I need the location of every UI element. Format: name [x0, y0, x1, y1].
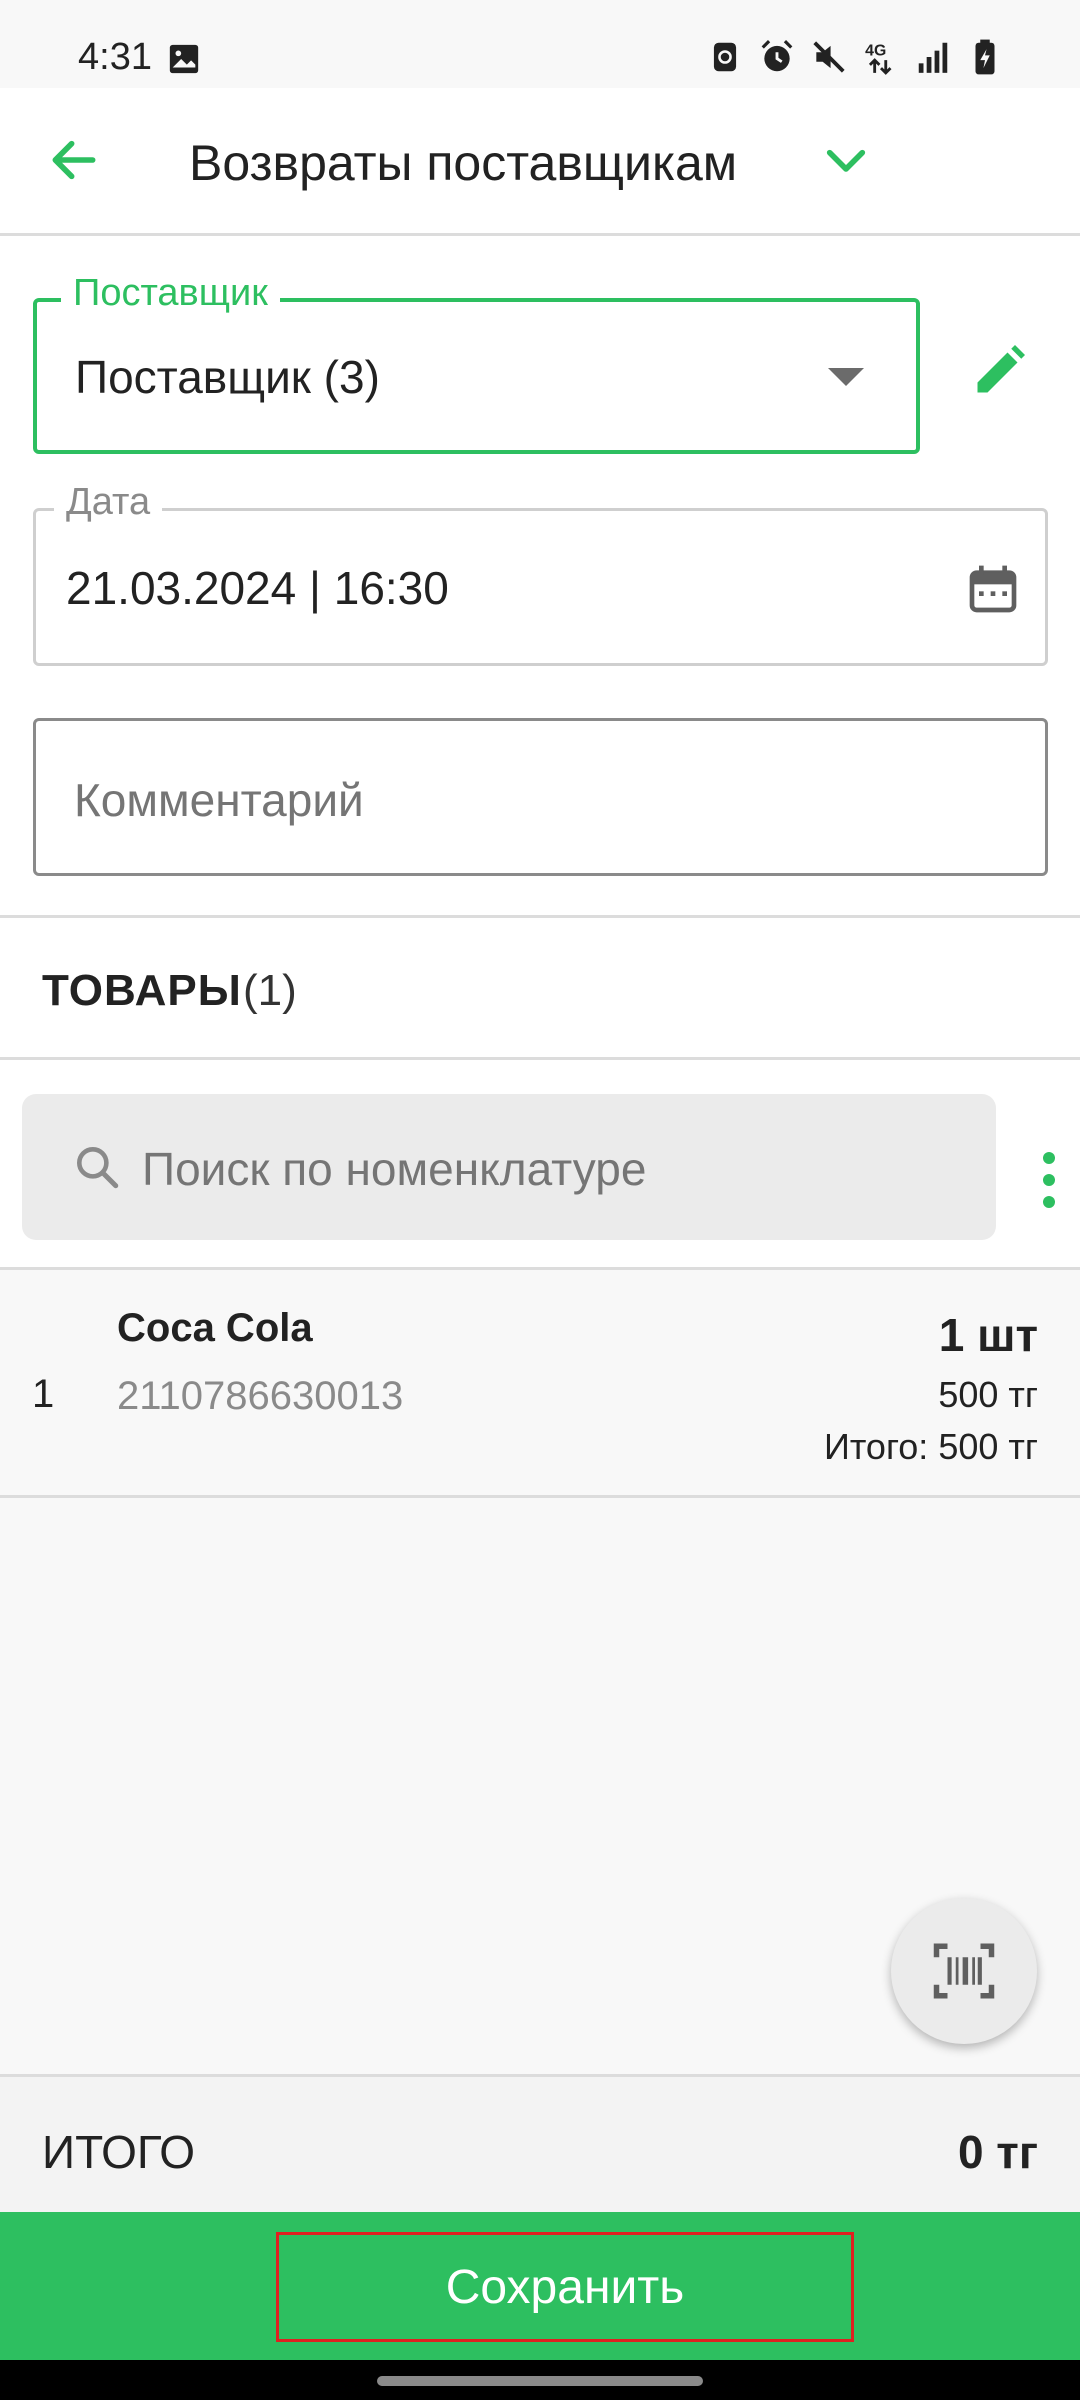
list-item[interactable]: 1 Coca Cola 2110786630013 1 шт 500 тг Ит… — [0, 1270, 1080, 1498]
chevron-down-icon[interactable] — [818, 134, 874, 190]
total-value: 0 тг — [957, 2126, 1038, 2178]
system-nav-bar — [0, 2360, 1080, 2400]
more-vertical-icon[interactable] — [1018, 1140, 1080, 1240]
supplier-label: Поставщик — [61, 272, 280, 315]
arrow-left-icon[interactable] — [46, 132, 102, 188]
item-name: Coca Cola — [117, 1306, 313, 1350]
document-form: Поставщик Поставщик (3) Дата 21.03.2024 … — [0, 236, 1080, 918]
app-bar: Возвраты поставщикам — [0, 88, 1080, 236]
item-index: 1 — [32, 1372, 55, 1416]
save-button[interactable]: Сохранить — [276, 2232, 854, 2342]
date-field[interactable]: Дата 21.03.2024 | 16:30 — [33, 481, 1048, 666]
search-icon — [77, 1147, 119, 1189]
date-label: Дата — [54, 481, 163, 524]
scan-barcode-button[interactable] — [891, 1898, 1037, 2044]
barcode-scan-icon — [933, 1943, 995, 1999]
search-area: Поиск по номенклатуре — [0, 1060, 1080, 1270]
item-total: Итого: 500 тг — [823, 1426, 1038, 1467]
comment-placeholder: Комментарий — [74, 774, 364, 826]
pencil-icon[interactable] — [970, 340, 1030, 400]
status-time: 4:31 — [78, 36, 152, 78]
mute-icon — [813, 41, 845, 73]
battery-icon — [975, 39, 995, 75]
nfc-icon — [713, 42, 737, 72]
alarm-icon — [761, 40, 793, 72]
page-title: Возвраты поставщикам — [189, 135, 738, 191]
item-quantity: 1 шт — [938, 1309, 1038, 1361]
home-handle[interactable] — [377, 2376, 703, 2386]
goods-title: ТОВАРЫ — [42, 966, 242, 1015]
date-value: 21.03.2024 | 16:30 — [66, 562, 449, 614]
supplier-select[interactable]: Поставщик Поставщик (3) — [33, 272, 920, 454]
status-bar: 4:31 4G — [0, 0, 1080, 88]
4g-icon: 4G — [865, 42, 892, 75]
goods-section-header: ТОВАРЫ (1) — [0, 918, 1080, 1060]
total-bar: ИТОГО 0 тг — [0, 2074, 1080, 2212]
calendar-icon[interactable] — [965, 559, 1021, 619]
item-barcode: 2110786630013 — [117, 1374, 404, 1418]
dropdown-arrow-icon — [828, 368, 864, 386]
status-icons: 4G — [706, 38, 1004, 76]
save-bar: Сохранить — [0, 2212, 1080, 2360]
item-price: 500 тг — [938, 1374, 1038, 1415]
goods-count: (1) — [243, 966, 297, 1015]
signal-icon — [918, 42, 948, 73]
image-icon — [169, 44, 199, 74]
search-input[interactable]: Поиск по номенклатуре — [22, 1094, 996, 1240]
supplier-value: Поставщик (3) — [75, 351, 380, 403]
search-placeholder: Поиск по номенклатуре — [142, 1143, 647, 1195]
comment-field[interactable]: Комментарий — [33, 718, 1048, 876]
svg-text:4G: 4G — [865, 42, 886, 59]
total-label: ИТОГО — [42, 2126, 195, 2178]
